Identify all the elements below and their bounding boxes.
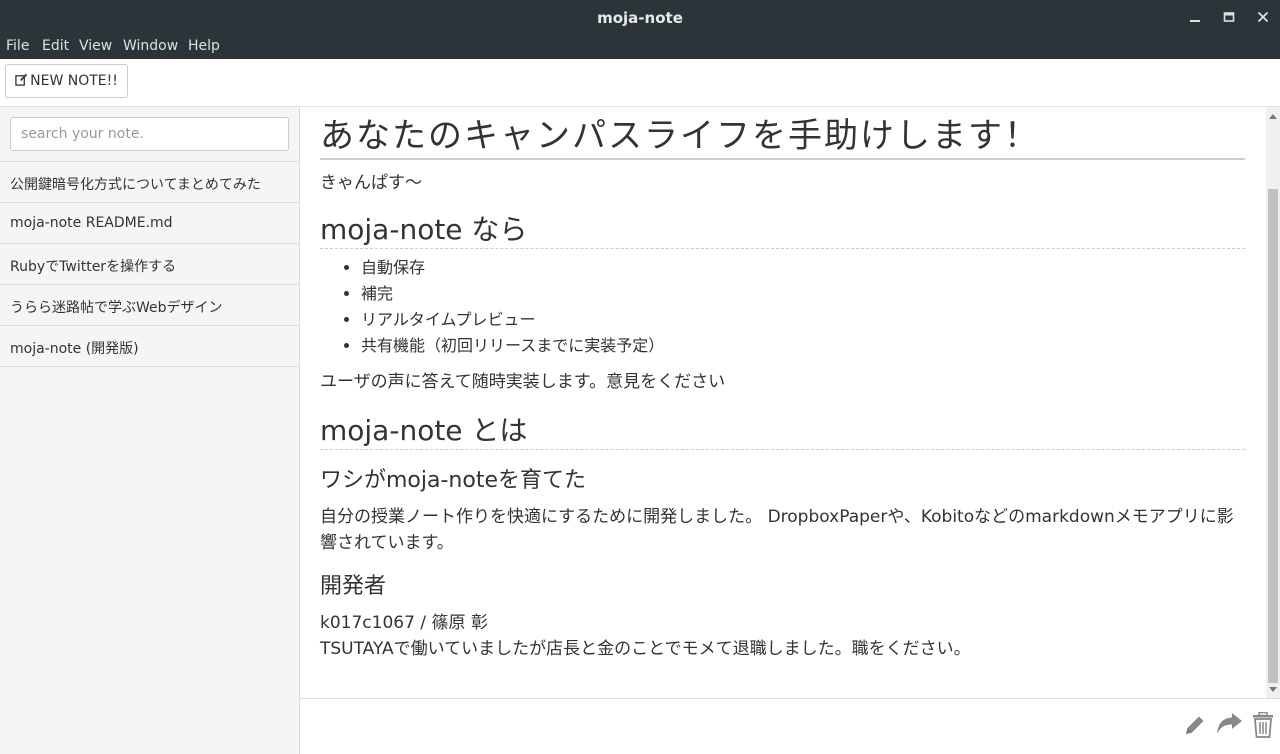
subheading-origin: ワシがmoja-noteを育てた [320, 468, 586, 493]
toolbar: NEW NOTE!! [0, 59, 1280, 107]
close-icon[interactable] [1251, 6, 1275, 28]
scroll-down-icon[interactable] [1266, 683, 1280, 697]
trash-icon[interactable] [1249, 711, 1277, 739]
list-item[interactable]: moja-note README.md [0, 203, 299, 244]
developer-id: k017c1067 / 篠原 彰 [320, 613, 488, 633]
menu-edit[interactable]: Edit [42, 38, 69, 54]
share-icon[interactable] [1215, 711, 1243, 739]
new-note-label: NEW NOTE!! [30, 73, 118, 89]
developer-note: TSUTAYAで働いていましたが店長と金のことでモメて退職しました。職をください… [320, 639, 971, 659]
title-bar: moja-note [0, 0, 1280, 35]
scroll-up-icon[interactable] [1266, 109, 1280, 123]
content-scrollbar[interactable] [1266, 107, 1280, 698]
menu-window[interactable]: Window [123, 38, 178, 54]
document-subtitle: きゃんぱす〜 [320, 173, 422, 193]
pencil-icon[interactable] [1181, 711, 1209, 739]
scrollbar-thumb[interactable] [1268, 189, 1278, 683]
feedback-text: ユーザの声に答えて随時実装します。意見をください [320, 372, 726, 392]
list-item: リアルタイムプレビュー [361, 307, 1245, 333]
menu-view[interactable]: View [79, 38, 112, 54]
section-heading-features: moja-note なら [320, 212, 1245, 249]
new-note-button[interactable]: NEW NOTE!! [5, 64, 128, 98]
note-list: 公開鍵暗号化方式についてまとめてみた moja-note README.md R… [0, 161, 299, 367]
section-heading-about: moja-note とは [320, 413, 1245, 450]
subheading-developer: 開発者 [320, 574, 387, 599]
origin-text: 自分の授業ノート作りを快適にするために開発しました。 DropboxPaperや… [320, 507, 1234, 553]
sidebar: 公開鍵暗号化方式についてまとめてみた moja-note README.md R… [0, 107, 300, 754]
menu-help[interactable]: Help [188, 38, 220, 54]
maximize-icon[interactable] [1217, 6, 1241, 28]
list-item[interactable]: RubyでTwitterを操作する [0, 244, 299, 285]
menu-bar: File Edit View Window Help [0, 35, 1280, 59]
note-preview[interactable]: あなたのキャンパスライフを手助けします！ きゃんぱす〜 moja-note なら… [300, 107, 1266, 698]
window-title: moja-note [597, 9, 683, 27]
feature-list: 自動保存 補完 リアルタイムプレビュー 共有機能（初回リリースまでに実装予定） [361, 255, 1245, 359]
document: あなたのキャンパスライフを手助けします！ きゃんぱす〜 moja-note なら… [320, 115, 1245, 662]
list-item: 自動保存 [361, 255, 1245, 281]
list-item: 共有機能（初回リリースまでに実装予定） [361, 333, 1245, 359]
edit-square-icon [15, 73, 28, 90]
list-item[interactable]: 公開鍵暗号化方式についてまとめてみた [0, 162, 299, 203]
list-item[interactable]: うらら迷路帖で学ぶWebデザイン [0, 285, 299, 326]
list-item: 補完 [361, 281, 1245, 307]
document-title: あなたのキャンパスライフを手助けします！ [320, 115, 1245, 160]
search-input[interactable] [10, 117, 289, 151]
list-item[interactable]: moja-note (開発版) [0, 326, 299, 367]
editor-footer [300, 698, 1280, 754]
minimize-icon[interactable] [1183, 6, 1207, 28]
menu-file[interactable]: File [6, 38, 29, 54]
